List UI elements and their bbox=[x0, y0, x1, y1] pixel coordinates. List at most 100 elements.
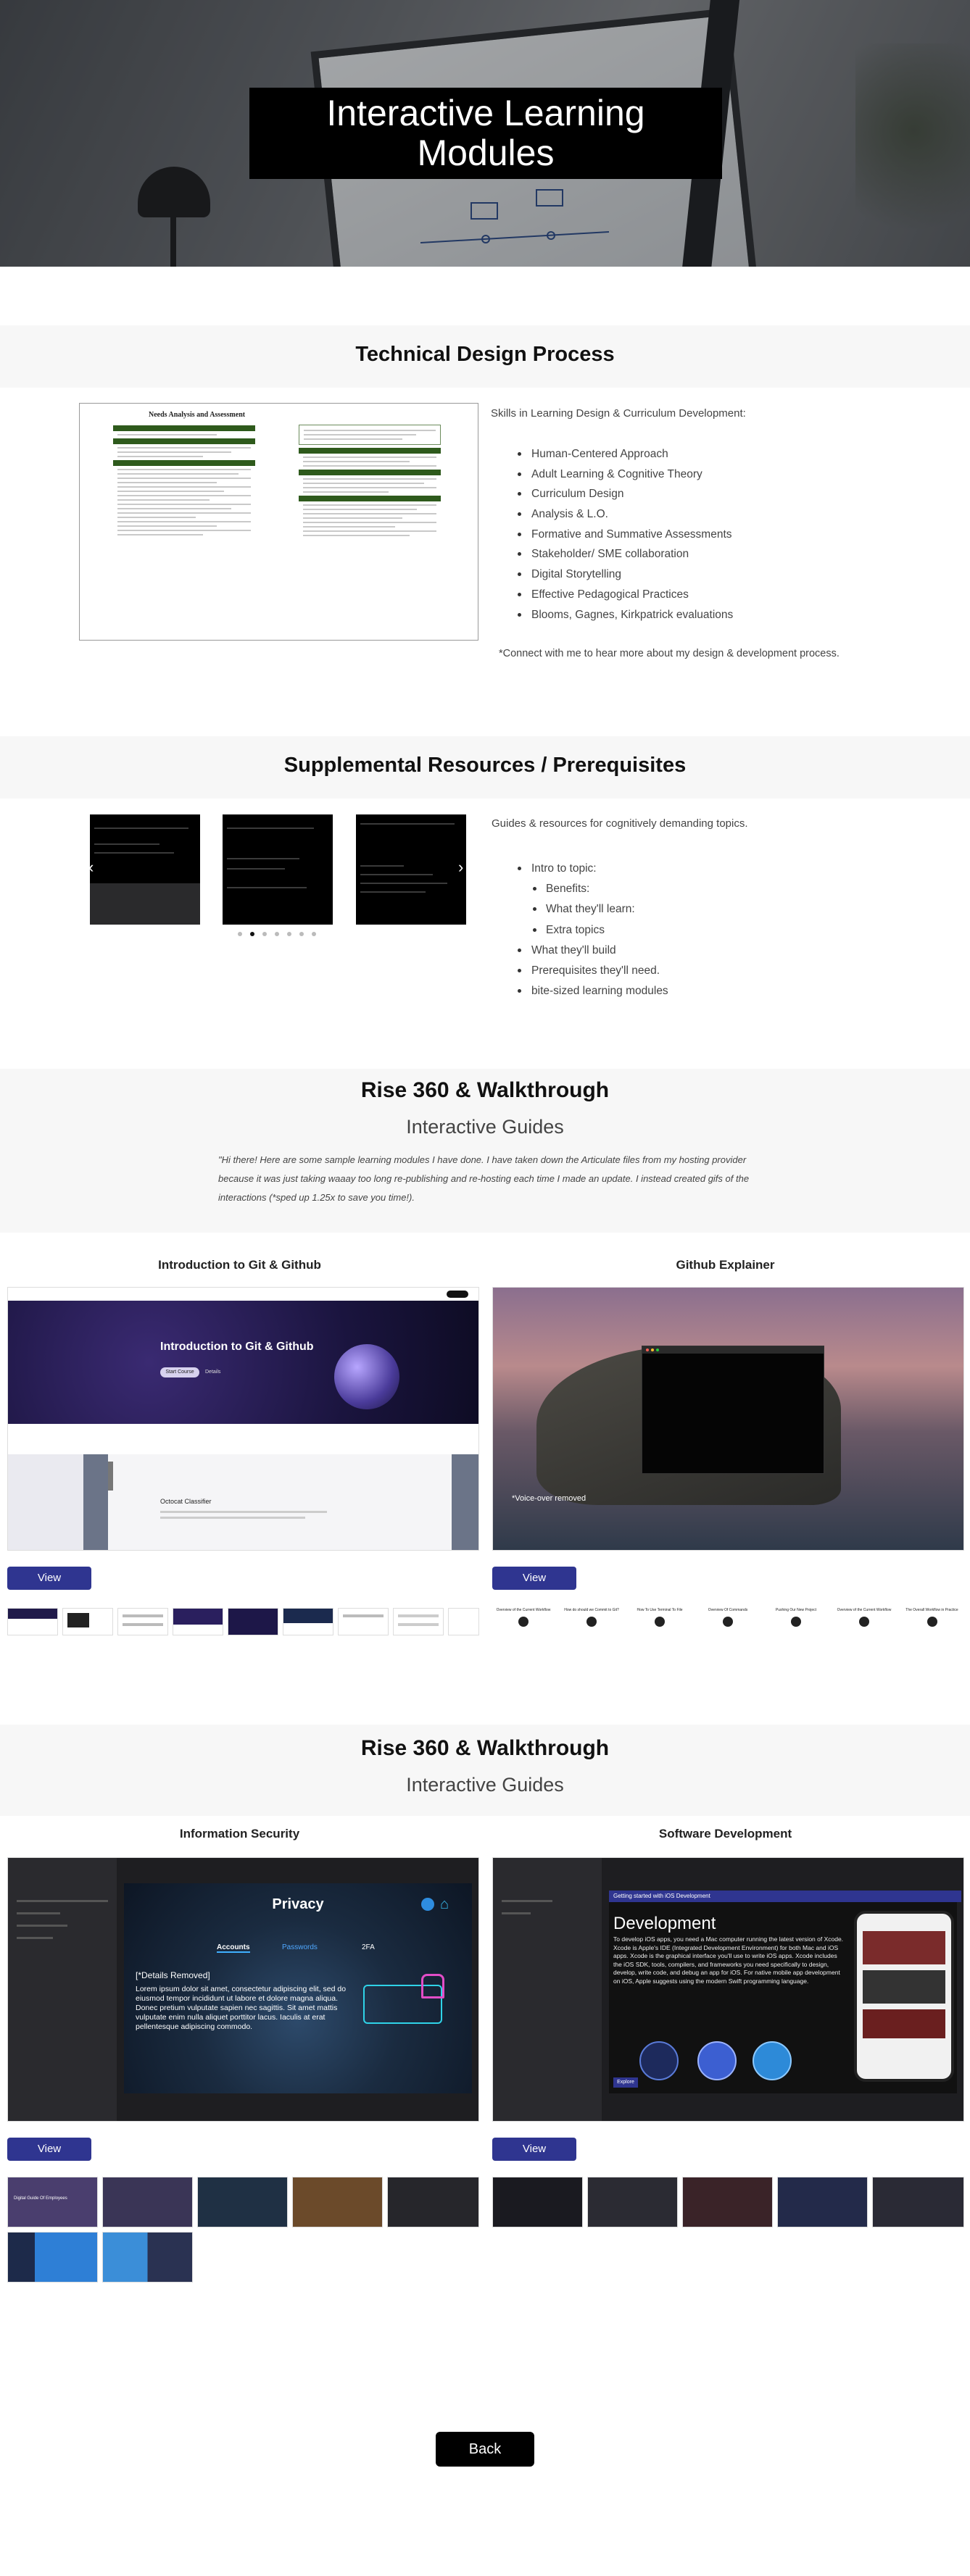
git-thumb[interactable] bbox=[448, 1608, 479, 1635]
dev-thumb[interactable] bbox=[777, 2177, 868, 2227]
rise1-quote: "Hi there! Here are some sample learning… bbox=[218, 1154, 750, 1203]
planet-image bbox=[334, 1344, 399, 1409]
lorem-text: Lorem ipsum dolor sit amet, consectetur … bbox=[136, 1985, 347, 2031]
thumb-label: The Overall Workflow in Practice bbox=[905, 1608, 958, 1612]
terminal-titlebar bbox=[642, 1346, 824, 1354]
view-software-dev-button[interactable]: View bbox=[492, 2138, 576, 2161]
infosec-thumb[interactable] bbox=[292, 2177, 383, 2227]
explainer-thumb[interactable]: Overview Of Commands bbox=[697, 1608, 759, 1643]
view-github-explainer-button[interactable]: View bbox=[492, 1567, 576, 1590]
git-thumb[interactable] bbox=[117, 1608, 168, 1635]
iphone-mockup bbox=[854, 1911, 954, 2082]
carousel-dot[interactable] bbox=[299, 932, 304, 936]
git-thumb[interactable] bbox=[393, 1608, 444, 1635]
infosec-thumb[interactable] bbox=[102, 2177, 193, 2227]
infosec-thumb[interactable] bbox=[102, 2232, 193, 2283]
octocat-icon bbox=[859, 1617, 869, 1627]
swift-circle-icon[interactable] bbox=[639, 2041, 679, 2080]
dev-thumb[interactable] bbox=[682, 2177, 773, 2227]
list-item: Prerequisites they'll need. bbox=[518, 961, 668, 981]
carousel-dot[interactable] bbox=[287, 932, 291, 936]
technical-heading: Technical Design Process bbox=[355, 343, 615, 366]
tab-2fa[interactable]: 2FA bbox=[362, 1943, 375, 1951]
list-item: Analysis & L.O. bbox=[517, 504, 733, 525]
explainer-thumb[interactable]: How do should we Commit to Git? bbox=[560, 1608, 623, 1643]
github-explainer-preview[interactable]: *Voice-over removed bbox=[492, 1287, 964, 1551]
software-dev-preview[interactable]: Getting started with iOS Development Dev… bbox=[492, 1857, 964, 2122]
git-thumb[interactable] bbox=[7, 1608, 58, 1635]
git-thumb[interactable] bbox=[228, 1608, 278, 1635]
info-icon[interactable] bbox=[421, 1898, 434, 1911]
git-thumb[interactable] bbox=[173, 1608, 223, 1635]
dev-thumb[interactable] bbox=[872, 2177, 964, 2227]
rise2-subheading: Interactive Guides bbox=[406, 1774, 564, 1796]
carousel-slide-1[interactable] bbox=[90, 814, 200, 925]
chevron-right-icon[interactable]: › bbox=[458, 858, 463, 877]
chevron-left-icon[interactable]: ‹ bbox=[88, 858, 94, 877]
supplemental-heading: Supplemental Resources / Prerequisites bbox=[283, 754, 687, 777]
classifier-title: Octocat Classifier bbox=[160, 1498, 212, 1505]
list-item: Formative and Summative Assessments bbox=[517, 525, 733, 545]
development-panel: Getting started with iOS Development Dev… bbox=[609, 1891, 961, 2093]
code-circle-icon[interactable] bbox=[697, 2041, 737, 2080]
carousel-dot[interactable] bbox=[262, 932, 267, 936]
text-line bbox=[160, 1511, 327, 1513]
view-infosec-button[interactable]: View bbox=[7, 2138, 91, 2161]
infosec-thumb[interactable] bbox=[387, 2177, 479, 2227]
ios-banner: Getting started with iOS Development bbox=[609, 1891, 961, 1902]
dev-thumb[interactable] bbox=[587, 2177, 678, 2227]
explainer-thumbs: Overview of the Current Workflow How do … bbox=[492, 1608, 963, 1643]
close-dot-icon bbox=[646, 1349, 649, 1351]
card-title-infosec: Information Security bbox=[179, 1827, 300, 1841]
list-item: Intro to topic: bbox=[518, 859, 668, 879]
preview-toolbar-button bbox=[447, 1291, 468, 1298]
dev-thumb[interactable] bbox=[492, 2177, 583, 2227]
infosec-thumb[interactable] bbox=[197, 2177, 288, 2227]
back-button[interactable]: Back bbox=[436, 2432, 534, 2467]
list-item: Blooms, Gagnes, Kirkpatrick evaluations bbox=[517, 605, 733, 625]
preview-toolbar bbox=[8, 1288, 478, 1301]
explainer-thumb[interactable]: Overview of the Current Workflow bbox=[833, 1608, 895, 1643]
start-course-button[interactable]: Start Course bbox=[160, 1367, 199, 1377]
explainer-thumb[interactable]: The Overall Workflow in Practice bbox=[901, 1608, 963, 1643]
carousel-slide-2[interactable] bbox=[223, 814, 333, 925]
git-thumb[interactable] bbox=[338, 1608, 389, 1635]
course-right-accent bbox=[452, 1454, 478, 1550]
hero-banner: Interactive Learning Modules bbox=[0, 0, 970, 267]
xcode-circle-icon[interactable] bbox=[753, 2041, 792, 2080]
git-thumb[interactable] bbox=[283, 1608, 333, 1635]
octocat-icon bbox=[791, 1617, 801, 1627]
resources-list: Intro to topic: Benefits: What they'll l… bbox=[518, 859, 668, 1001]
thumb-label: Overview of the Current Workflow bbox=[496, 1608, 551, 1612]
carousel-dot[interactable] bbox=[238, 932, 242, 936]
carousel-slide-3[interactable] bbox=[356, 814, 466, 925]
carousel-dot[interactable] bbox=[275, 932, 279, 936]
development-body: To develop iOS apps, you need a Mac comp… bbox=[613, 1935, 844, 1985]
explainer-thumb[interactable]: Overview of the Current Workflow bbox=[492, 1608, 555, 1643]
view-git-button[interactable]: View bbox=[7, 1567, 91, 1590]
octocat-icon bbox=[518, 1617, 528, 1627]
explainer-thumb[interactable]: How To Use Terminal To File bbox=[629, 1608, 691, 1643]
explainer-thumb[interactable]: Pushing Our New Project bbox=[765, 1608, 827, 1643]
infosec-preview[interactable]: Privacy ⌂ Accounts Passwords 2FA [*Detai… bbox=[7, 1857, 479, 2122]
list-item: Effective Pedagogical Practices bbox=[517, 585, 733, 605]
list-subitem: Extra topics bbox=[531, 920, 668, 941]
tab-passwords[interactable]: Passwords bbox=[282, 1943, 318, 1951]
infosec-thumb[interactable]: Digital Guide Of Employees bbox=[7, 2177, 98, 2227]
thumb-label: Overview Of Commands bbox=[708, 1608, 748, 1612]
connect-note: *Connect with me to hear more about my d… bbox=[499, 648, 840, 659]
home-icon[interactable]: ⌂ bbox=[440, 1896, 449, 1913]
infosec-thumb[interactable] bbox=[7, 2232, 98, 2283]
carousel-dot[interactable] bbox=[312, 932, 316, 936]
tab-accounts[interactable]: Accounts bbox=[217, 1943, 250, 1953]
explore-button[interactable]: Explore bbox=[613, 2077, 638, 2088]
git-thumb[interactable] bbox=[62, 1608, 113, 1635]
list-item: Human-Centered Approach bbox=[517, 444, 733, 464]
thumb-label: Overview of the Current Workflow bbox=[837, 1608, 892, 1612]
octocat-icon bbox=[655, 1617, 665, 1627]
thumb-label: How do should we Commit to Git? bbox=[564, 1608, 619, 1612]
card-title-github-explainer: Github Explainer bbox=[676, 1258, 775, 1272]
carousel-dot-active[interactable] bbox=[250, 932, 254, 936]
git-course-preview[interactable]: Introduction to Git & Github Start Cours… bbox=[7, 1287, 479, 1551]
details-link[interactable]: Details bbox=[205, 1370, 220, 1375]
